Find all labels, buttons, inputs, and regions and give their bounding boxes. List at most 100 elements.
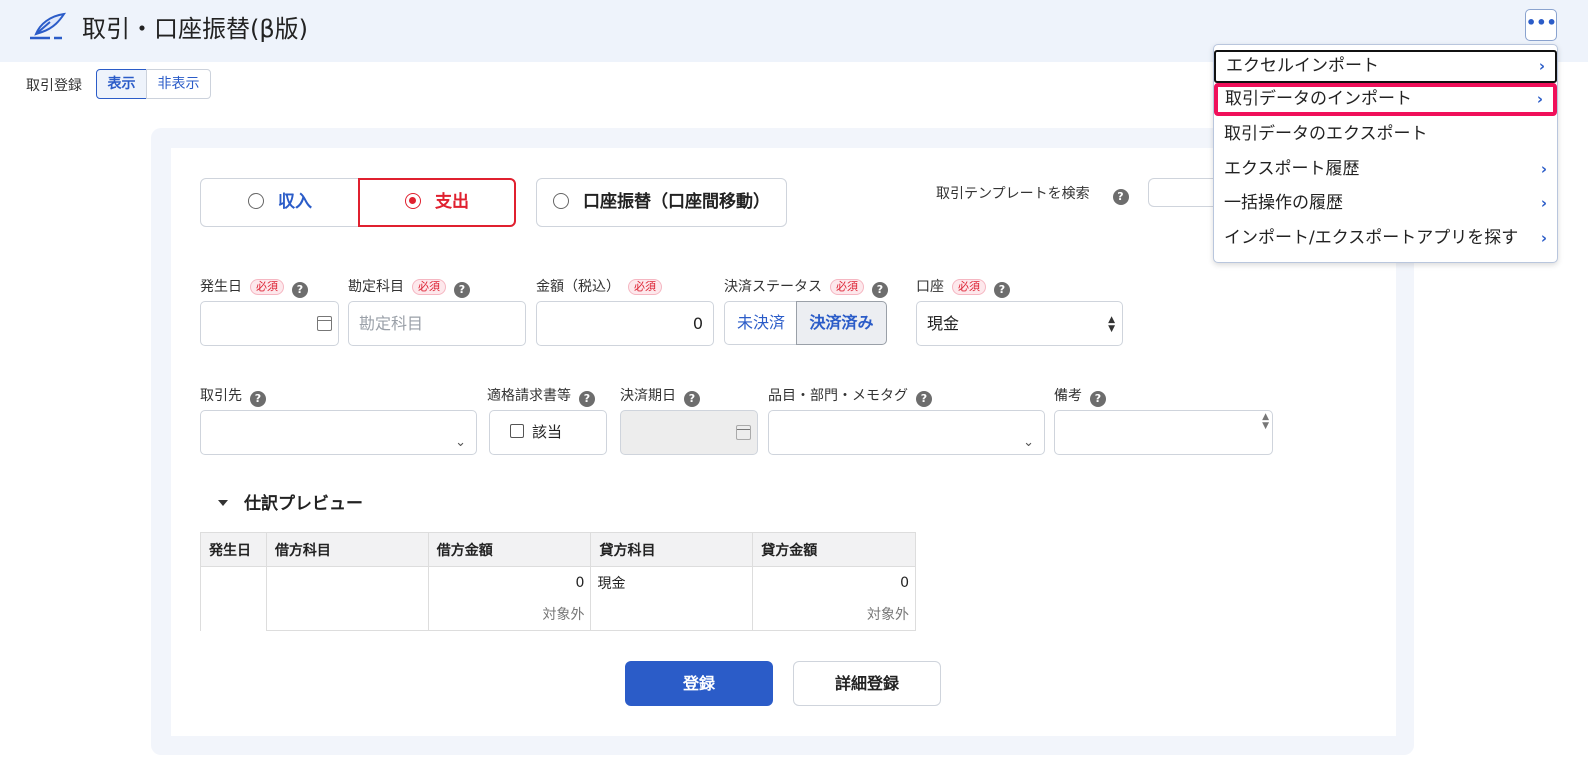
page-title: 取引・口座振替(β版) — [82, 15, 309, 43]
menu-item-label: インポート/エクスポートアプリを探す — [1224, 228, 1519, 248]
partner-select[interactable]: ⌄ — [200, 410, 477, 455]
chevron-down-icon: ⌄ — [455, 435, 466, 450]
show-toggle-button[interactable]: 表示 — [96, 69, 147, 99]
help-icon[interactable]: ? — [916, 391, 932, 407]
journal-preview-table: 発生日 借方科目 借方金額 貸方科目 貸方金額 0 現金 0 対象外 対象外 — [200, 532, 916, 631]
required-badge: 必須 — [412, 279, 446, 295]
status-field-label: 決済ステータス 必須? — [724, 276, 888, 298]
expense-tab-label: 支出 — [435, 192, 469, 212]
checkbox-icon[interactable] — [510, 424, 524, 438]
journal-preview-toggle[interactable]: 仕訳プレビュー — [218, 489, 363, 514]
partner-label-text: 取引先 — [200, 388, 242, 404]
table-cell-credit-amount: 0 — [752, 566, 916, 599]
amount-field-label: 金額（税込） 必須 — [536, 276, 662, 296]
menu-item-excel-import[interactable]: エクセルインポート › — [1214, 50, 1557, 83]
table-cell-empty — [265, 598, 429, 631]
menu-item-label: 取引データのエクスポート — [1224, 124, 1428, 144]
date-label-text: 発生日 — [200, 279, 242, 295]
select-arrows-icon: ▲ ▼ — [1108, 315, 1115, 334]
help-icon[interactable]: ? — [292, 282, 308, 298]
required-badge: 必須 — [830, 279, 864, 295]
table-header-row: 発生日 借方科目 借方金額 貸方科目 貸方金額 — [200, 532, 916, 567]
spinner-arrows-icon[interactable]: ▲ ▼ — [1262, 413, 1269, 431]
register-button[interactable]: 登録 — [625, 661, 773, 706]
table-row: 対象外 対象外 — [201, 598, 916, 631]
menu-item-bulk-history[interactable]: 一括操作の履歴 › — [1214, 187, 1557, 220]
account-input[interactable]: 勘定科目 — [348, 301, 526, 346]
help-icon[interactable]: ? — [454, 282, 470, 298]
template-search-label-text: 取引テンプレートを検索 — [936, 186, 1090, 202]
radio-icon — [248, 193, 264, 209]
table-header: 発生日 — [200, 532, 267, 567]
caret-down-icon — [218, 500, 228, 506]
invoice-label-text: 適格請求書等 — [487, 388, 571, 404]
hide-toggle-button[interactable]: 非表示 — [146, 69, 211, 99]
amount-input[interactable]: 0 — [536, 301, 714, 346]
transfer-tab-label: 口座振替（口座間移動） — [583, 192, 770, 212]
invoice-checkbox[interactable]: 該当 — [489, 410, 607, 455]
radio-selected-icon — [405, 193, 421, 209]
help-icon[interactable]: ? — [684, 391, 700, 407]
more-options-menu: エクセルインポート › 取引データのインポート › 取引データのエクスポート エ… — [1213, 44, 1558, 263]
help-icon[interactable]: ? — [1090, 391, 1106, 407]
table-header: 借方金額 — [427, 532, 592, 567]
status-unpaid-button[interactable]: 未決済 — [724, 301, 797, 345]
partner-field-label: 取引先? — [200, 385, 266, 407]
help-icon[interactable]: ? — [872, 282, 888, 298]
amount-label-text: 金額（税込） — [536, 279, 620, 295]
expense-tab[interactable]: 支出 — [358, 178, 516, 227]
required-badge: 必須 — [628, 279, 662, 295]
income-tab[interactable]: 収入 — [200, 178, 360, 227]
status-paid-button[interactable]: 決済済み — [796, 301, 887, 345]
table-cell-debit-amount: 0 — [427, 566, 592, 599]
table-cell-debit-tax: 対象外 — [427, 598, 592, 631]
more-options-button[interactable]: ••• — [1525, 9, 1557, 41]
due-date-field-label: 決済期日? — [620, 385, 700, 407]
table-cell-credit-account: 現金 — [590, 566, 754, 599]
invoice-field-label: 適格請求書等? — [487, 385, 595, 407]
wallet-label-text: 口座 — [916, 279, 944, 295]
menu-item-transaction-export[interactable]: 取引データのエクスポート — [1214, 118, 1557, 151]
table-cell-debit-account — [265, 566, 429, 599]
required-badge: 必須 — [250, 279, 284, 295]
table-header: 貸方科目 — [590, 532, 754, 567]
detail-register-button[interactable]: 詳細登録 — [793, 661, 941, 706]
wallet-field-label: 口座 必須? — [916, 276, 1010, 298]
template-search-input[interactable] — [1148, 178, 1218, 207]
menu-item-find-apps[interactable]: インポート/エクスポートアプリを探す › — [1214, 222, 1557, 255]
help-icon[interactable]: ? — [579, 391, 595, 407]
calendar-icon[interactable] — [317, 316, 332, 331]
account-label-text: 勘定科目 — [348, 279, 404, 295]
invoice-checkbox-label: 該当 — [532, 423, 563, 441]
menu-item-export-history[interactable]: エクスポート履歴 › — [1214, 153, 1557, 186]
menu-item-label: 一括操作の履歴 — [1224, 193, 1343, 213]
date-input[interactable] — [200, 301, 339, 346]
help-icon[interactable]: ? — [1112, 189, 1129, 205]
due-label-text: 決済期日 — [620, 388, 676, 404]
menu-item-transaction-import[interactable]: 取引データのインポート › — [1214, 83, 1557, 116]
radio-icon — [553, 193, 569, 209]
template-search-label: 取引テンプレートを検索 ? — [936, 183, 1129, 205]
chevron-right-icon: › — [1536, 90, 1543, 108]
memo-textarea[interactable]: ▲ ▼ — [1054, 410, 1273, 455]
tags-select[interactable]: ⌄ — [768, 410, 1045, 455]
chevron-right-icon: › — [1540, 160, 1547, 178]
chevron-down-icon: ⌄ — [1023, 435, 1034, 450]
table-cell-empty — [590, 598, 754, 631]
date-field-label: 発生日 必須? — [200, 276, 308, 298]
help-icon[interactable]: ? — [250, 391, 266, 407]
tags-label-text: 品目・部門・メモタグ — [768, 388, 908, 404]
calendar-icon — [736, 425, 751, 440]
chevron-right-icon: › — [1540, 194, 1547, 212]
journal-preview-title: 仕訳プレビュー — [244, 494, 363, 514]
menu-item-label: エクスポート履歴 — [1224, 159, 1360, 179]
wallet-select-value: 現金 — [927, 314, 960, 333]
table-header: 貸方金額 — [752, 532, 916, 567]
registration-label: 取引登録 — [26, 78, 82, 94]
required-badge: 必須 — [952, 279, 986, 295]
wallet-select[interactable]: 現金 ▲ ▼ — [916, 301, 1123, 346]
transfer-tab[interactable]: 口座振替（口座間移動） — [536, 178, 787, 227]
memo-label-text: 備考 — [1054, 388, 1082, 404]
menu-item-label: エクセルインポート — [1226, 56, 1379, 76]
help-icon[interactable]: ? — [994, 282, 1010, 298]
